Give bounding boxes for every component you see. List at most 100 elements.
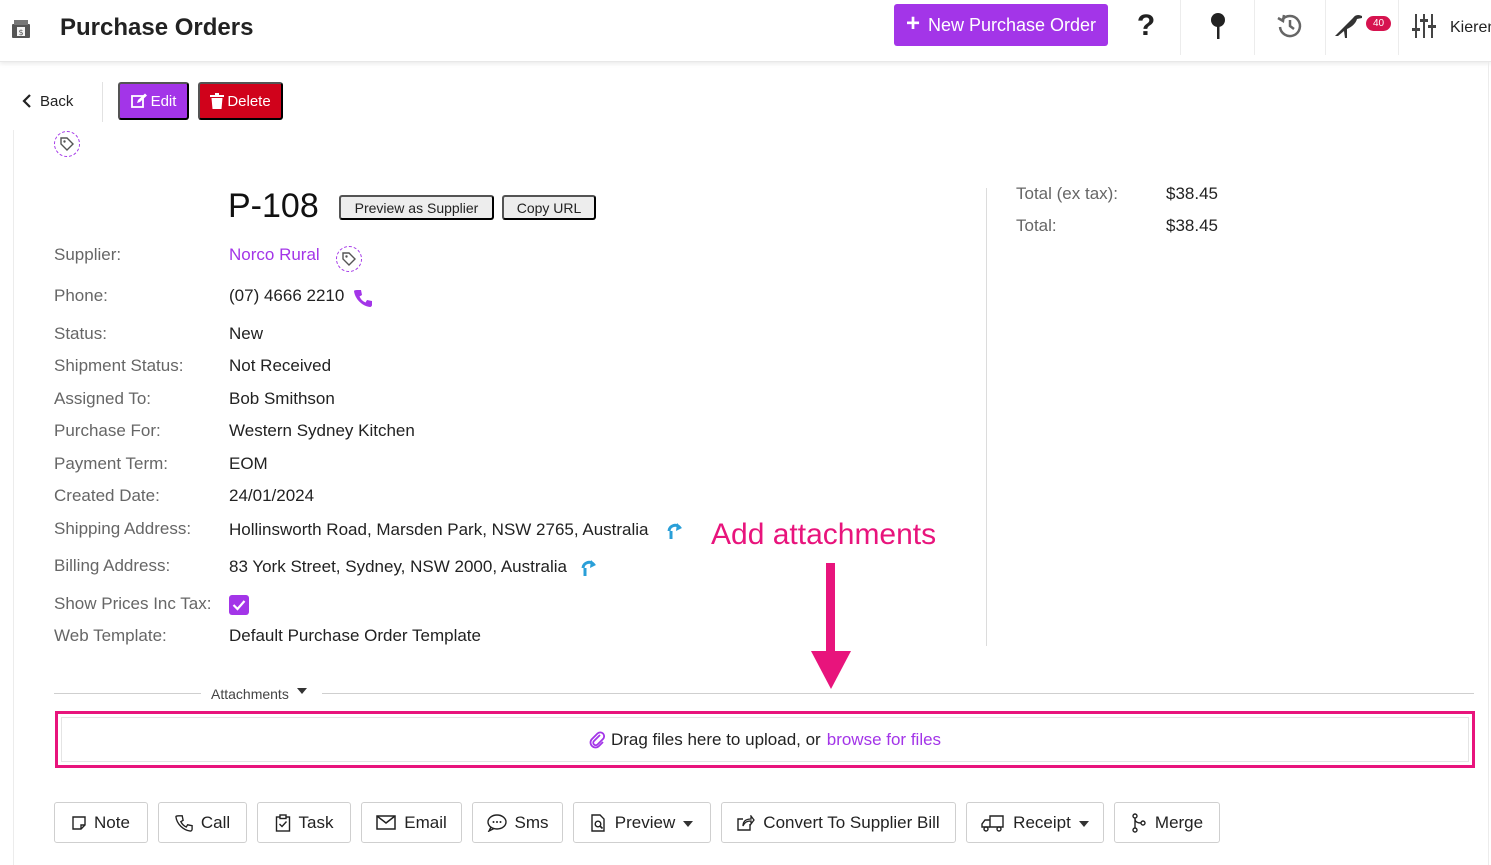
receipt-dropdown-button[interactable]: Receipt xyxy=(966,802,1104,843)
annotation-text: Add attachments xyxy=(711,518,937,551)
share-export-icon xyxy=(737,814,756,831)
call-label: Call xyxy=(200,812,231,832)
delete-button[interactable]: Delete xyxy=(198,82,283,120)
supplier-link[interactable]: Norco Rural xyxy=(229,245,320,265)
chevron-left-icon xyxy=(22,94,31,108)
sms-bubble-icon xyxy=(486,813,507,832)
trash-icon xyxy=(210,93,225,109)
note-label: Note xyxy=(94,812,130,832)
annotation-arrow-shaft xyxy=(826,563,835,658)
preview-label: Preview xyxy=(614,812,676,832)
task-button[interactable]: Task xyxy=(257,802,351,843)
content-left-border xyxy=(13,130,14,865)
paperclip-icon xyxy=(589,730,605,748)
created-date-value: 24/01/2024 xyxy=(229,486,315,505)
browse-files-link[interactable]: browse for files xyxy=(827,730,941,750)
payment-term-value: EOM xyxy=(229,454,268,473)
show-prices-inc-tax-label: Show Prices Inc Tax: xyxy=(54,594,212,613)
web-template-label: Web Template: xyxy=(54,626,167,645)
edit-button[interactable]: Edit xyxy=(118,82,189,120)
content-right-border xyxy=(1488,62,1489,865)
truck-icon xyxy=(981,814,1004,832)
total-ex-tax-label: Total (ex tax): xyxy=(1016,184,1119,203)
history-icon[interactable] xyxy=(1275,10,1305,42)
preview-dropdown-button[interactable]: Preview xyxy=(573,802,711,843)
edit-label: Edit xyxy=(150,92,177,110)
total-label: Total: xyxy=(1016,216,1057,235)
purchase-for-value: Western Sydney Kitchen xyxy=(229,421,415,440)
header-divider xyxy=(1398,0,1399,55)
assigned-to-value: Bob Smithson xyxy=(229,389,335,408)
po-number: P-108 xyxy=(228,187,319,225)
shipping-directions-icon[interactable] xyxy=(666,521,684,546)
back-label: Back xyxy=(40,92,74,110)
supplier-tag-icon[interactable] xyxy=(336,246,362,272)
email-button[interactable]: Email xyxy=(361,802,462,843)
web-template-value: Default Purchase Order Template xyxy=(229,626,481,645)
total-ex-tax-value: $38.45 xyxy=(1166,184,1218,203)
bird-notification-icon[interactable] xyxy=(1331,10,1365,42)
checkmark-icon xyxy=(232,600,246,611)
merge-label: Merge xyxy=(1154,812,1204,832)
delete-label: Delete xyxy=(227,92,271,110)
purchase-order-app-icon: $ xyxy=(10,18,32,40)
user-name[interactable]: Kieren xyxy=(1450,19,1491,37)
shipping-address-value: Hollinsworth Road, Marsden Park, NSW 276… xyxy=(229,520,649,539)
add-tag-icon[interactable] xyxy=(54,131,80,157)
attachments-dropzone[interactable]: Drag files here to upload, or browse for… xyxy=(55,711,1475,768)
note-icon xyxy=(72,815,86,830)
svg-text:$: $ xyxy=(18,28,23,37)
sms-label: Sms xyxy=(514,812,549,832)
task-label: Task xyxy=(298,812,334,832)
envelope-icon xyxy=(376,815,396,830)
note-button[interactable]: Note xyxy=(54,802,148,843)
assigned-to-label: Assigned To: xyxy=(54,389,152,408)
help-icon[interactable]: ? xyxy=(1131,9,1161,42)
sms-button[interactable]: Sms xyxy=(472,802,563,843)
attachments-divider-left xyxy=(54,693,201,694)
edit-icon xyxy=(130,93,147,108)
phone-call-icon[interactable] xyxy=(353,288,373,313)
billing-directions-icon[interactable] xyxy=(580,558,598,583)
phone-icon xyxy=(175,814,193,832)
shipment-status-label: Shipment Status: xyxy=(54,356,184,375)
back-button[interactable]: Back xyxy=(22,88,73,114)
clipboard-check-icon xyxy=(275,813,290,832)
copy-url-button[interactable]: Copy URL xyxy=(502,195,596,220)
caret-down-icon xyxy=(296,688,307,694)
supplier-label: Supplier: xyxy=(54,245,122,264)
attachments-title: Attachments xyxy=(211,686,289,702)
merge-button[interactable]: Merge xyxy=(1114,802,1220,843)
page-title: Purchase Orders xyxy=(60,14,254,41)
pin-icon[interactable] xyxy=(1203,10,1233,42)
annotation-arrow-head xyxy=(811,651,851,689)
new-purchase-order-button[interactable]: + New Purchase Order xyxy=(894,4,1108,46)
settings-sliders-icon[interactable] xyxy=(1409,10,1439,42)
header-divider xyxy=(1325,0,1326,55)
header-divider xyxy=(1254,0,1255,55)
attachments-toggle[interactable]: Attachments xyxy=(211,686,307,702)
caret-down-icon xyxy=(683,820,694,827)
payment-term-label: Payment Term: xyxy=(54,454,169,473)
convert-to-supplier-bill-button[interactable]: Convert To Supplier Bill xyxy=(721,802,956,843)
attachments-divider-right xyxy=(322,693,1474,694)
phone-value: (07) 4666 2210 xyxy=(229,286,345,305)
email-label: Email xyxy=(404,812,447,832)
billing-address-label: Billing Address: xyxy=(54,556,171,575)
shipment-status-value: Not Received xyxy=(229,356,332,375)
total-value: $38.45 xyxy=(1166,216,1218,235)
receipt-label: Receipt xyxy=(1013,812,1071,832)
phone-label: Phone: xyxy=(54,286,108,305)
notification-count-badge: 40 xyxy=(1366,16,1391,31)
preview-as-supplier-button[interactable]: Preview as Supplier xyxy=(339,195,494,220)
purchase-for-label: Purchase For: xyxy=(54,421,161,440)
shipping-address-label: Shipping Address: xyxy=(54,519,192,538)
document-search-icon xyxy=(591,813,605,832)
totals-divider xyxy=(986,188,987,646)
header-divider xyxy=(1180,0,1181,55)
top-header: $ Purchase Orders + New Purchase Order ?… xyxy=(0,0,1491,62)
git-merge-icon xyxy=(1132,812,1146,833)
created-date-label: Created Date: xyxy=(54,486,160,505)
call-button[interactable]: Call xyxy=(158,802,247,843)
show-prices-inc-tax-checkbox[interactable] xyxy=(229,595,249,615)
